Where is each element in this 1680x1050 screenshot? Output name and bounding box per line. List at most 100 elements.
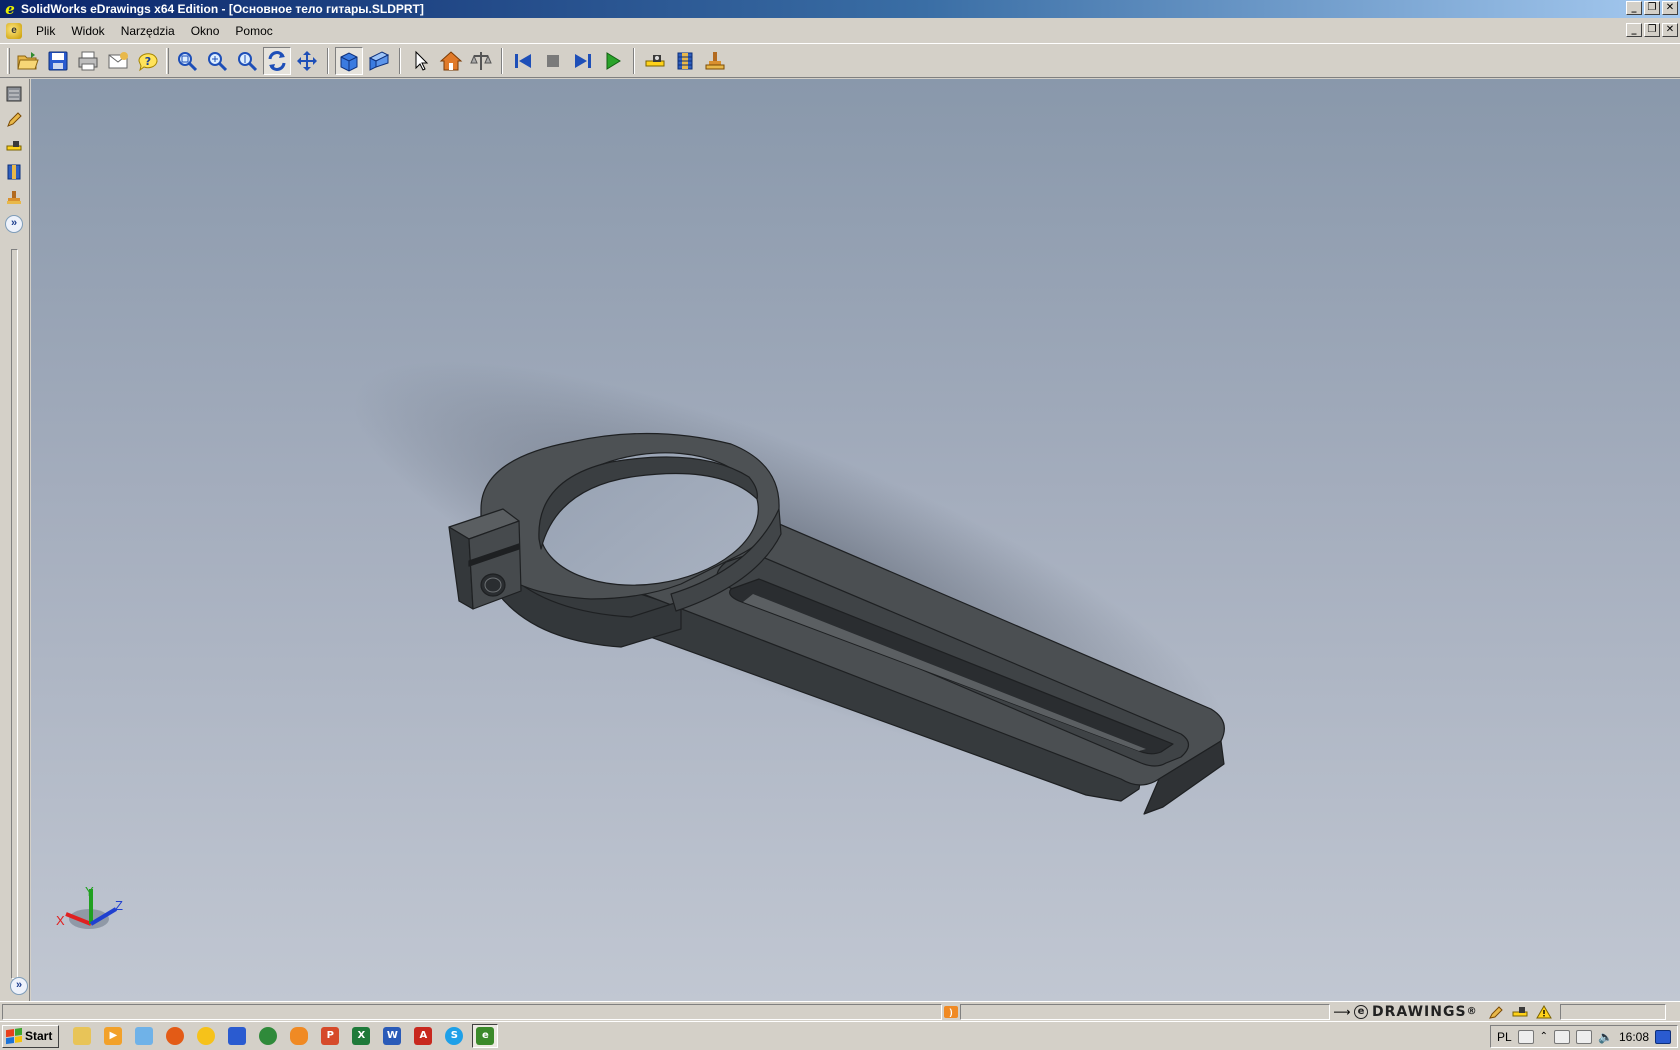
select-icon[interactable] [407,47,435,75]
menu-widok[interactable]: Widok [63,24,112,38]
printer-tray-icon[interactable] [1517,1029,1534,1044]
restore-button[interactable]: ❐ [1644,1,1660,15]
pan-icon[interactable] [293,47,321,75]
stamp-icon[interactable] [701,47,729,75]
axis-triad: X Y Z [56,884,123,929]
brand-label: DRAWINGS [1372,1003,1467,1020]
close-button[interactable]: ✕ [1662,1,1678,15]
quicklaunch-skype[interactable]: S [441,1024,467,1048]
acrobat-icon: A [414,1027,433,1045]
start-button[interactable]: Start [2,1024,60,1048]
measure-icon[interactable] [467,47,495,75]
panel-splitter[interactable] [11,249,18,979]
quicklaunch-powerpoint[interactable]: P [317,1024,343,1048]
menu-narzedzia[interactable]: Narzędzia [113,24,183,38]
help-icon[interactable]: ? [134,47,162,75]
markup-status-icon[interactable] [1486,1004,1506,1020]
email-icon[interactable] [104,47,132,75]
toolbar-grip[interactable] [166,47,169,74]
first-frame-icon[interactable] [509,47,537,75]
status-bar: ) ⟶ e DRAWINGS ® [0,1001,1680,1021]
save-icon[interactable] [44,47,72,75]
doc-minimize-button[interactable]: _ [1626,23,1642,37]
network-tray-icon[interactable] [1576,1029,1593,1044]
volume-icon[interactable]: 🔈 [1598,1030,1613,1044]
show-desktop-icon[interactable] [1655,1029,1671,1044]
firefox-icon [166,1027,185,1045]
expand-bottom-button[interactable]: » [10,977,28,995]
measure-panel-icon[interactable] [3,135,25,157]
section-icon[interactable] [671,47,699,75]
next-frame-icon[interactable] [569,47,597,75]
markup-pencil-icon[interactable] [3,109,25,131]
zoom-in-out-icon[interactable] [233,47,261,75]
arrow-icon[interactable]: ⟶ [1332,1004,1352,1020]
edrawings-app-icon[interactable]: e [2,0,18,18]
play-icon[interactable] [599,47,627,75]
edrawings-logo-icon: e [1354,1004,1368,1019]
quicklaunch-sun[interactable] [193,1024,219,1048]
window-controls: _ ❐ ✕ [1626,1,1678,15]
language-indicator[interactable]: PL [1497,1030,1512,1044]
rotate-icon[interactable] [263,46,291,75]
quicklaunch-acrobat[interactable]: A [410,1024,436,1048]
zoom-fit-icon[interactable] [173,47,201,75]
quicklaunch-media[interactable]: ▶ [100,1024,126,1048]
quicklaunch-firefox[interactable] [162,1024,188,1048]
doc-restore-button[interactable]: ❐ [1644,23,1660,37]
doc-close-button[interactable]: ✕ [1662,23,1678,37]
warning-icon[interactable] [1534,1004,1554,1020]
quicklaunch-save[interactable] [224,1024,250,1048]
tray-expand-icon[interactable]: ⌃ [1540,1031,1548,1042]
word-icon: W [383,1027,402,1045]
brand-mark: ® [1466,1006,1478,1017]
print-icon[interactable] [74,47,102,75]
status-panel-end [1559,1003,1666,1020]
document-icon[interactable]: e [6,22,22,39]
globe-icon [259,1027,278,1045]
minimize-button[interactable]: _ [1626,1,1642,15]
rss-icon[interactable]: ) [944,1005,958,1018]
section-panel-icon[interactable] [3,161,25,183]
toolbar-separator [399,47,401,74]
powerpoint-icon: P [321,1027,340,1045]
status-panel-main [2,1003,942,1020]
main-toolbar: ? [0,44,1680,78]
left-tool-panel: » » [0,79,30,1001]
menu-plik[interactable]: Plik [28,24,63,38]
quicklaunch-orange[interactable] [286,1024,312,1048]
stamp-panel-icon[interactable] [3,187,25,209]
model-view[interactable]: X Y Z [31,79,1680,1001]
perspective-icon[interactable] [365,47,393,75]
flag-tray-icon[interactable] [1554,1029,1571,1044]
shaded-icon[interactable] [335,46,363,75]
excel-icon: X [352,1027,371,1045]
start-label: Start [25,1029,53,1043]
zoom-area-icon[interactable] [203,47,231,75]
edrawings-brand: e DRAWINGS ® [1354,1004,1478,1020]
clock[interactable]: 16:08 [1619,1030,1649,1044]
network-icon [135,1027,154,1045]
quicklaunch-explorer[interactable] [69,1024,95,1048]
3d-viewport[interactable]: X Y Z [31,79,1680,1001]
toolbar-grip[interactable] [7,47,10,74]
open-icon[interactable] [14,47,42,75]
home-icon[interactable] [437,47,465,75]
window-title: SolidWorks eDrawings x64 Edition - [Осно… [21,2,424,16]
measure-status-icon[interactable] [1510,1004,1530,1020]
folder-icon [73,1027,92,1045]
media-player-icon: ▶ [104,1027,123,1045]
quicklaunch-network[interactable] [131,1024,157,1048]
paint-icon [290,1027,309,1045]
system-tray: PL ⌃ 🔈 16:08 [1489,1025,1678,1048]
quicklaunch-word[interactable]: W [379,1024,405,1048]
model-tree-icon[interactable] [3,83,25,105]
menu-okno[interactable]: Okno [183,24,228,38]
expand-panel-button[interactable]: » [5,215,23,233]
quicklaunch-globe[interactable] [255,1024,281,1048]
stop-icon[interactable] [539,47,567,75]
quicklaunch-excel[interactable]: X [348,1024,374,1048]
measure-tool-icon[interactable] [641,47,669,75]
taskbar-edrawings[interactable]: e [472,1024,499,1048]
menu-pomoc[interactable]: Pomoc [227,24,280,38]
